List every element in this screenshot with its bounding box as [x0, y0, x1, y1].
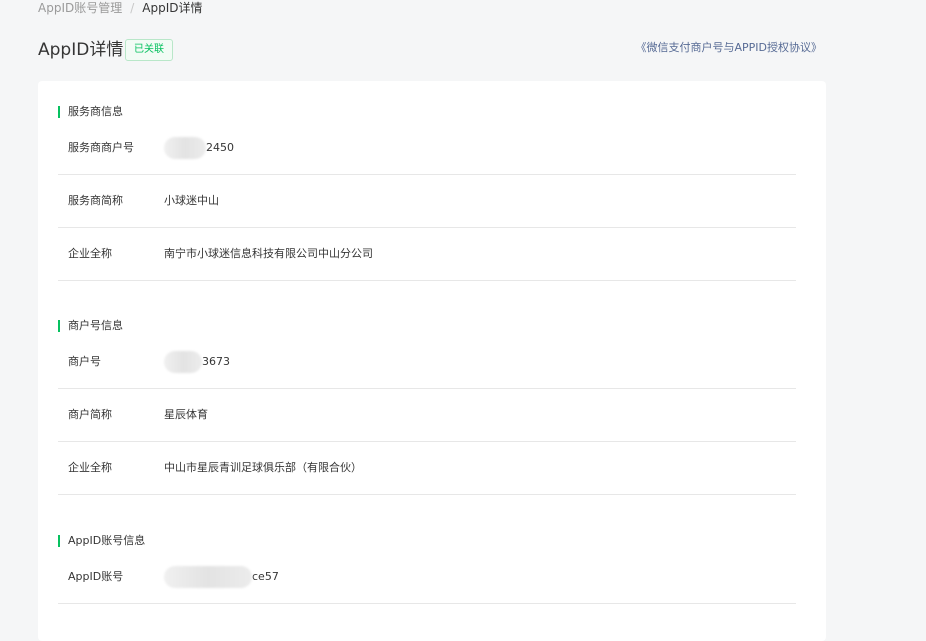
row-value-text: ce57: [252, 570, 279, 583]
row-label: 企业全称: [68, 461, 112, 474]
detail-row: 商户简称 星辰体育: [58, 389, 796, 442]
row-label: AppID账号: [68, 570, 124, 583]
agreement-link[interactable]: 《微信支付商户号与APPID授权协议》: [635, 40, 822, 56]
masked-value: [164, 351, 202, 373]
status-badge: 已关联: [125, 39, 173, 61]
row-value: ce57: [164, 551, 279, 603]
row-value: 2450: [164, 122, 234, 174]
row-value: 3673: [164, 336, 230, 388]
section-title: AppID账号信息: [58, 533, 796, 549]
row-label: 商户简称: [68, 408, 112, 421]
masked-value: [164, 566, 252, 588]
row-value: 南宁市小球迷信息科技有限公司中山分公司: [164, 247, 373, 260]
detail-row: 商户号 3673: [58, 336, 796, 389]
breadcrumb-current: AppID详情: [142, 1, 203, 15]
row-value-text: 3673: [202, 355, 230, 368]
row-value: 中山市星辰青训足球俱乐部（有限合伙）: [164, 461, 362, 474]
detail-row: 企业全称 中山市星辰青训足球俱乐部（有限合伙）: [58, 442, 796, 495]
section-appid-account-info: AppID账号信息 AppID账号 ce57: [58, 533, 796, 604]
row-label: 服务商商户号: [68, 141, 134, 154]
row-value-text: 2450: [206, 141, 234, 154]
section-merchant-info: 商户号信息 商户号 3673 商户简称 星辰体育 企业全称 中山市星辰青训足球俱…: [58, 318, 796, 495]
row-label: 商户号: [68, 355, 101, 368]
row-value: 小球迷中山: [164, 194, 219, 207]
detail-row: 服务商简称 小球迷中山: [58, 175, 796, 228]
breadcrumb-separator: /: [130, 1, 135, 15]
page-header: AppID详情 已关联 《微信支付商户号与APPID授权协议》: [38, 38, 826, 64]
section-title: 服务商信息: [58, 104, 796, 120]
row-label: 企业全称: [68, 247, 112, 260]
detail-card: 服务商信息 服务商商户号 2450 服务商简称 小球迷中山 企业全称 南宁市小球…: [38, 81, 826, 641]
breadcrumb: AppID账号管理 / AppID详情: [38, 0, 203, 16]
row-value: 星辰体育: [164, 408, 208, 421]
row-label: 服务商简称: [68, 194, 123, 207]
detail-row: 企业全称 南宁市小球迷信息科技有限公司中山分公司: [58, 228, 796, 281]
section-title: 商户号信息: [58, 318, 796, 334]
detail-row: AppID账号 ce57: [58, 551, 796, 604]
masked-value: [164, 137, 206, 159]
detail-row: 服务商商户号 2450: [58, 122, 796, 175]
breadcrumb-parent-link[interactable]: AppID账号管理: [38, 1, 122, 15]
page-title: AppID详情: [38, 40, 124, 60]
section-service-provider-info: 服务商信息 服务商商户号 2450 服务商简称 小球迷中山 企业全称 南宁市小球…: [58, 104, 796, 281]
